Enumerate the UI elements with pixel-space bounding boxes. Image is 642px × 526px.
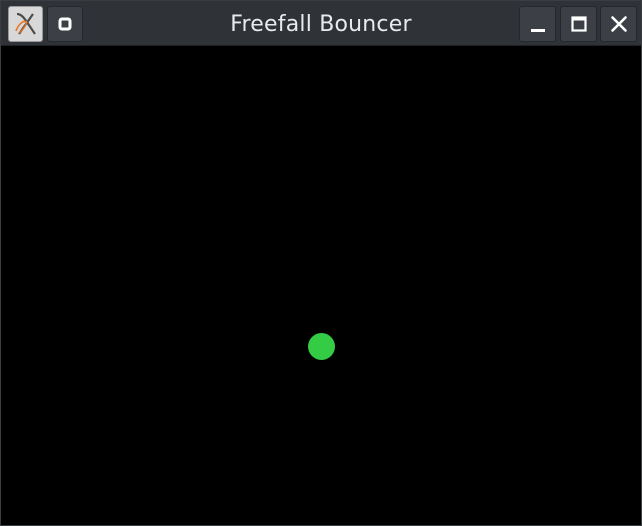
titlebar[interactable]: Freefall Bouncer bbox=[1, 1, 641, 46]
x-logo-icon bbox=[13, 11, 39, 37]
close-icon bbox=[610, 15, 628, 33]
app-window: Freefall Bouncer bbox=[0, 0, 642, 526]
bouncing-ball bbox=[308, 333, 335, 360]
app-menu-button[interactable] bbox=[8, 6, 43, 42]
minimize-button[interactable] bbox=[519, 6, 556, 42]
minimize-icon bbox=[529, 15, 547, 33]
maximize-icon bbox=[570, 15, 588, 33]
window-title: Freefall Bouncer bbox=[230, 12, 412, 37]
maximize-button[interactable] bbox=[560, 6, 597, 42]
game-canvas[interactable] bbox=[1, 46, 641, 525]
close-button[interactable] bbox=[600, 6, 637, 42]
pin-icon bbox=[56, 15, 74, 33]
pin-button[interactable] bbox=[47, 6, 83, 42]
